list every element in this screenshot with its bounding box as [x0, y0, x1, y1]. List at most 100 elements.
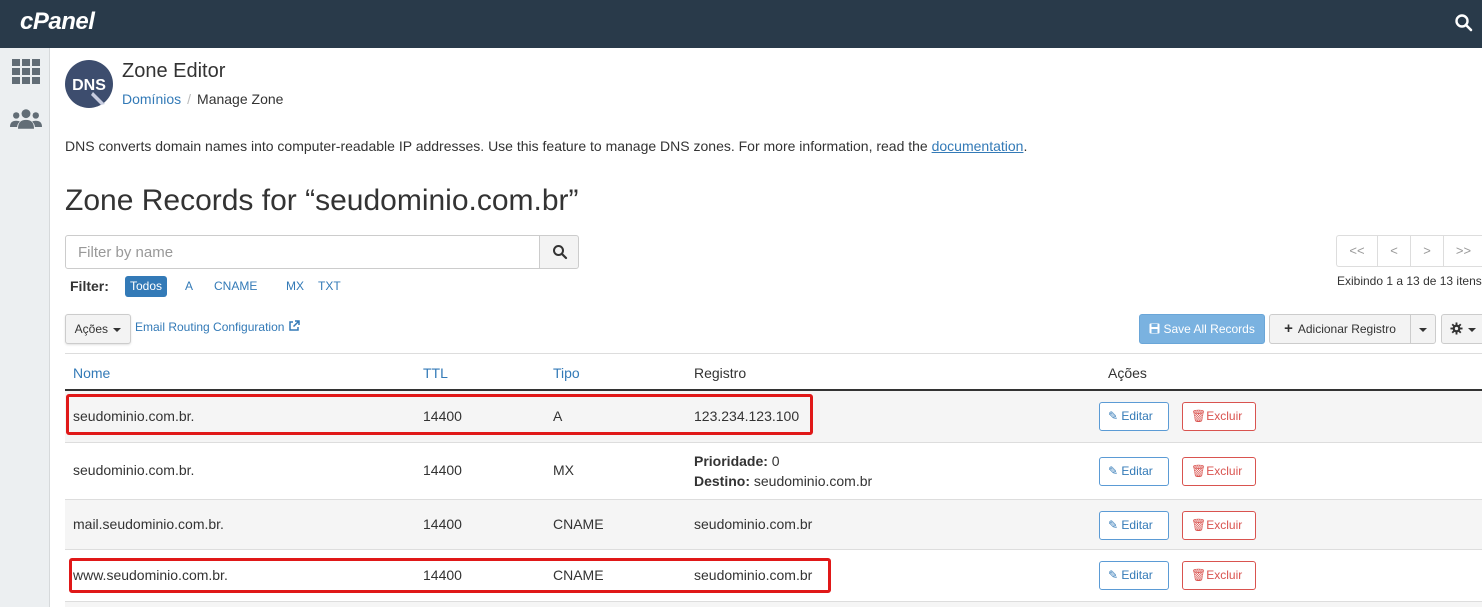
filter-cname[interactable]: CNAME [209, 276, 262, 297]
header-type[interactable]: Tipo [553, 365, 580, 381]
table-row-partial [65, 602, 1482, 607]
destination-value: seudominio.com.br [753, 473, 873, 489]
email-routing-label: Email Routing Configuration [135, 320, 285, 334]
apps-grid-icon[interactable] [10, 57, 42, 87]
description-suffix: . [1023, 138, 1028, 154]
edit-label: Editar [1121, 464, 1153, 478]
pencil-icon: ✎ [1108, 518, 1119, 532]
delete-button[interactable]: 🗑Excluir [1182, 402, 1256, 431]
search-icon [553, 245, 568, 260]
filter-mx[interactable]: MX [281, 276, 309, 297]
record-type: CNAME [553, 516, 604, 532]
edit-button[interactable]: ✎ Editar [1099, 511, 1169, 540]
pagination-info: Exibindo 1 a 13 de 13 itens [1337, 274, 1482, 288]
description-text: DNS converts domain names into computer-… [65, 138, 932, 154]
record-name: seudominio.com.br. [73, 462, 195, 478]
add-record-button[interactable]: + Adicionar Registro [1269, 314, 1411, 344]
save-icon [1149, 323, 1160, 334]
table-row: mail.seudominio.com.br. 14400 CNAME seud… [65, 500, 1482, 550]
add-record-label: Adicionar Registro [1297, 322, 1396, 336]
pagination: << < > >> [1336, 235, 1482, 267]
breadcrumb-current: Manage Zone [197, 91, 284, 107]
caret-down-icon [1419, 327, 1427, 332]
delete-button[interactable]: 🗑Excluir [1182, 511, 1256, 540]
gear-icon [1450, 322, 1463, 335]
cpanel-logo[interactable]: cPanel [20, 8, 95, 36]
breadcrumb-link-domains[interactable]: Domínios [122, 91, 181, 107]
save-all-label: Save All Records [1163, 322, 1255, 336]
edit-label: Editar [1121, 518, 1153, 532]
search-button[interactable] [539, 235, 579, 269]
dns-app-icon: DNS [65, 60, 113, 108]
delete-label: Excluir [1206, 568, 1243, 582]
record-name: mail.seudominio.com.br. [73, 516, 224, 532]
zone-records-title: Zone Records for “seudominio.com.br” [65, 184, 579, 217]
svg-text:DNS: DNS [72, 77, 106, 94]
actions-label: Ações [74, 322, 108, 336]
filter-by-name-input[interactable] [65, 235, 540, 269]
caret-down-icon [1468, 327, 1477, 332]
delete-button[interactable]: 🗑Excluir [1182, 561, 1256, 590]
destination-label: Destino: [694, 473, 750, 489]
pencil-icon: ✎ [1108, 409, 1119, 423]
edit-label: Editar [1121, 568, 1153, 582]
sidebar [0, 48, 50, 607]
documentation-link[interactable]: documentation [932, 138, 1024, 154]
trash-icon: 🗑 [1191, 409, 1207, 423]
search-icon[interactable] [1454, 13, 1474, 33]
delete-button[interactable]: 🗑Excluir [1182, 457, 1256, 486]
caret-down-icon [113, 327, 122, 332]
pager-last[interactable]: >> [1444, 236, 1482, 266]
breadcrumb-separator: / [187, 91, 192, 107]
delete-label: Excluir [1206, 409, 1243, 423]
edit-label: Editar [1121, 409, 1153, 423]
record-priority: Prioridade: 0 [694, 453, 780, 469]
search-group [65, 235, 579, 269]
filter-todos[interactable]: Todos [125, 276, 168, 297]
page-title: Zone Editor [122, 60, 226, 82]
filter-label: Filter: [70, 278, 109, 294]
plus-icon: + [1284, 320, 1293, 337]
header-actions: Ações [1108, 365, 1147, 381]
top-bar: cPanel [0, 0, 1482, 48]
users-icon[interactable] [10, 104, 42, 134]
pencil-icon: ✎ [1108, 568, 1119, 582]
email-routing-link[interactable]: Email Routing Configuration [135, 320, 300, 334]
pager-prev[interactable]: < [1378, 236, 1411, 266]
dns-icon: DNS [66, 61, 112, 107]
external-link-icon [289, 320, 300, 331]
trash-icon: 🗑 [1191, 518, 1207, 532]
record-destination: Destino: seudominio.com.br [694, 473, 872, 489]
edit-button[interactable]: ✎ Editar [1099, 457, 1169, 486]
header-ttl[interactable]: TTL [423, 365, 448, 381]
settings-dropdown-button[interactable] [1441, 314, 1482, 344]
filter-a[interactable]: A [180, 276, 198, 297]
header-record: Registro [694, 365, 747, 381]
filter-txt[interactable]: TXT [313, 276, 346, 297]
main-content: DNS Zone Editor Domínios / Manage Zone DNS… [50, 48, 1482, 607]
table-row: seudominio.com.br. 14400 MX Prioridade: … [65, 443, 1482, 500]
highlight-box [69, 558, 831, 593]
breadcrumb: Domínios / Manage Zone [122, 91, 283, 107]
record-ttl: 14400 [423, 462, 462, 478]
table-header: Nome TTL Tipo Registro Ações [65, 353, 1482, 391]
header-name[interactable]: Nome [73, 365, 110, 381]
record-type: MX [553, 462, 574, 478]
pager-first[interactable]: << [1337, 236, 1378, 266]
record-ttl: 14400 [423, 516, 462, 532]
page-description: DNS converts domain names into computer-… [65, 138, 1027, 154]
save-all-records-button[interactable]: Save All Records [1139, 314, 1265, 344]
edit-button[interactable]: ✎ Editar [1099, 402, 1169, 431]
record-value: seudominio.com.br [694, 516, 813, 532]
pager-next[interactable]: > [1411, 236, 1444, 266]
delete-label: Excluir [1206, 518, 1243, 532]
add-record-dropdown-toggle[interactable] [1410, 314, 1436, 344]
actions-dropdown-button[interactable]: Ações [65, 314, 131, 344]
pencil-icon: ✎ [1108, 464, 1119, 478]
priority-value: 0 [771, 453, 780, 469]
trash-icon: 🗑 [1191, 464, 1207, 478]
edit-button[interactable]: ✎ Editar [1099, 561, 1169, 590]
delete-label: Excluir [1206, 464, 1243, 478]
trash-icon: 🗑 [1191, 568, 1207, 582]
highlight-box [66, 394, 813, 435]
